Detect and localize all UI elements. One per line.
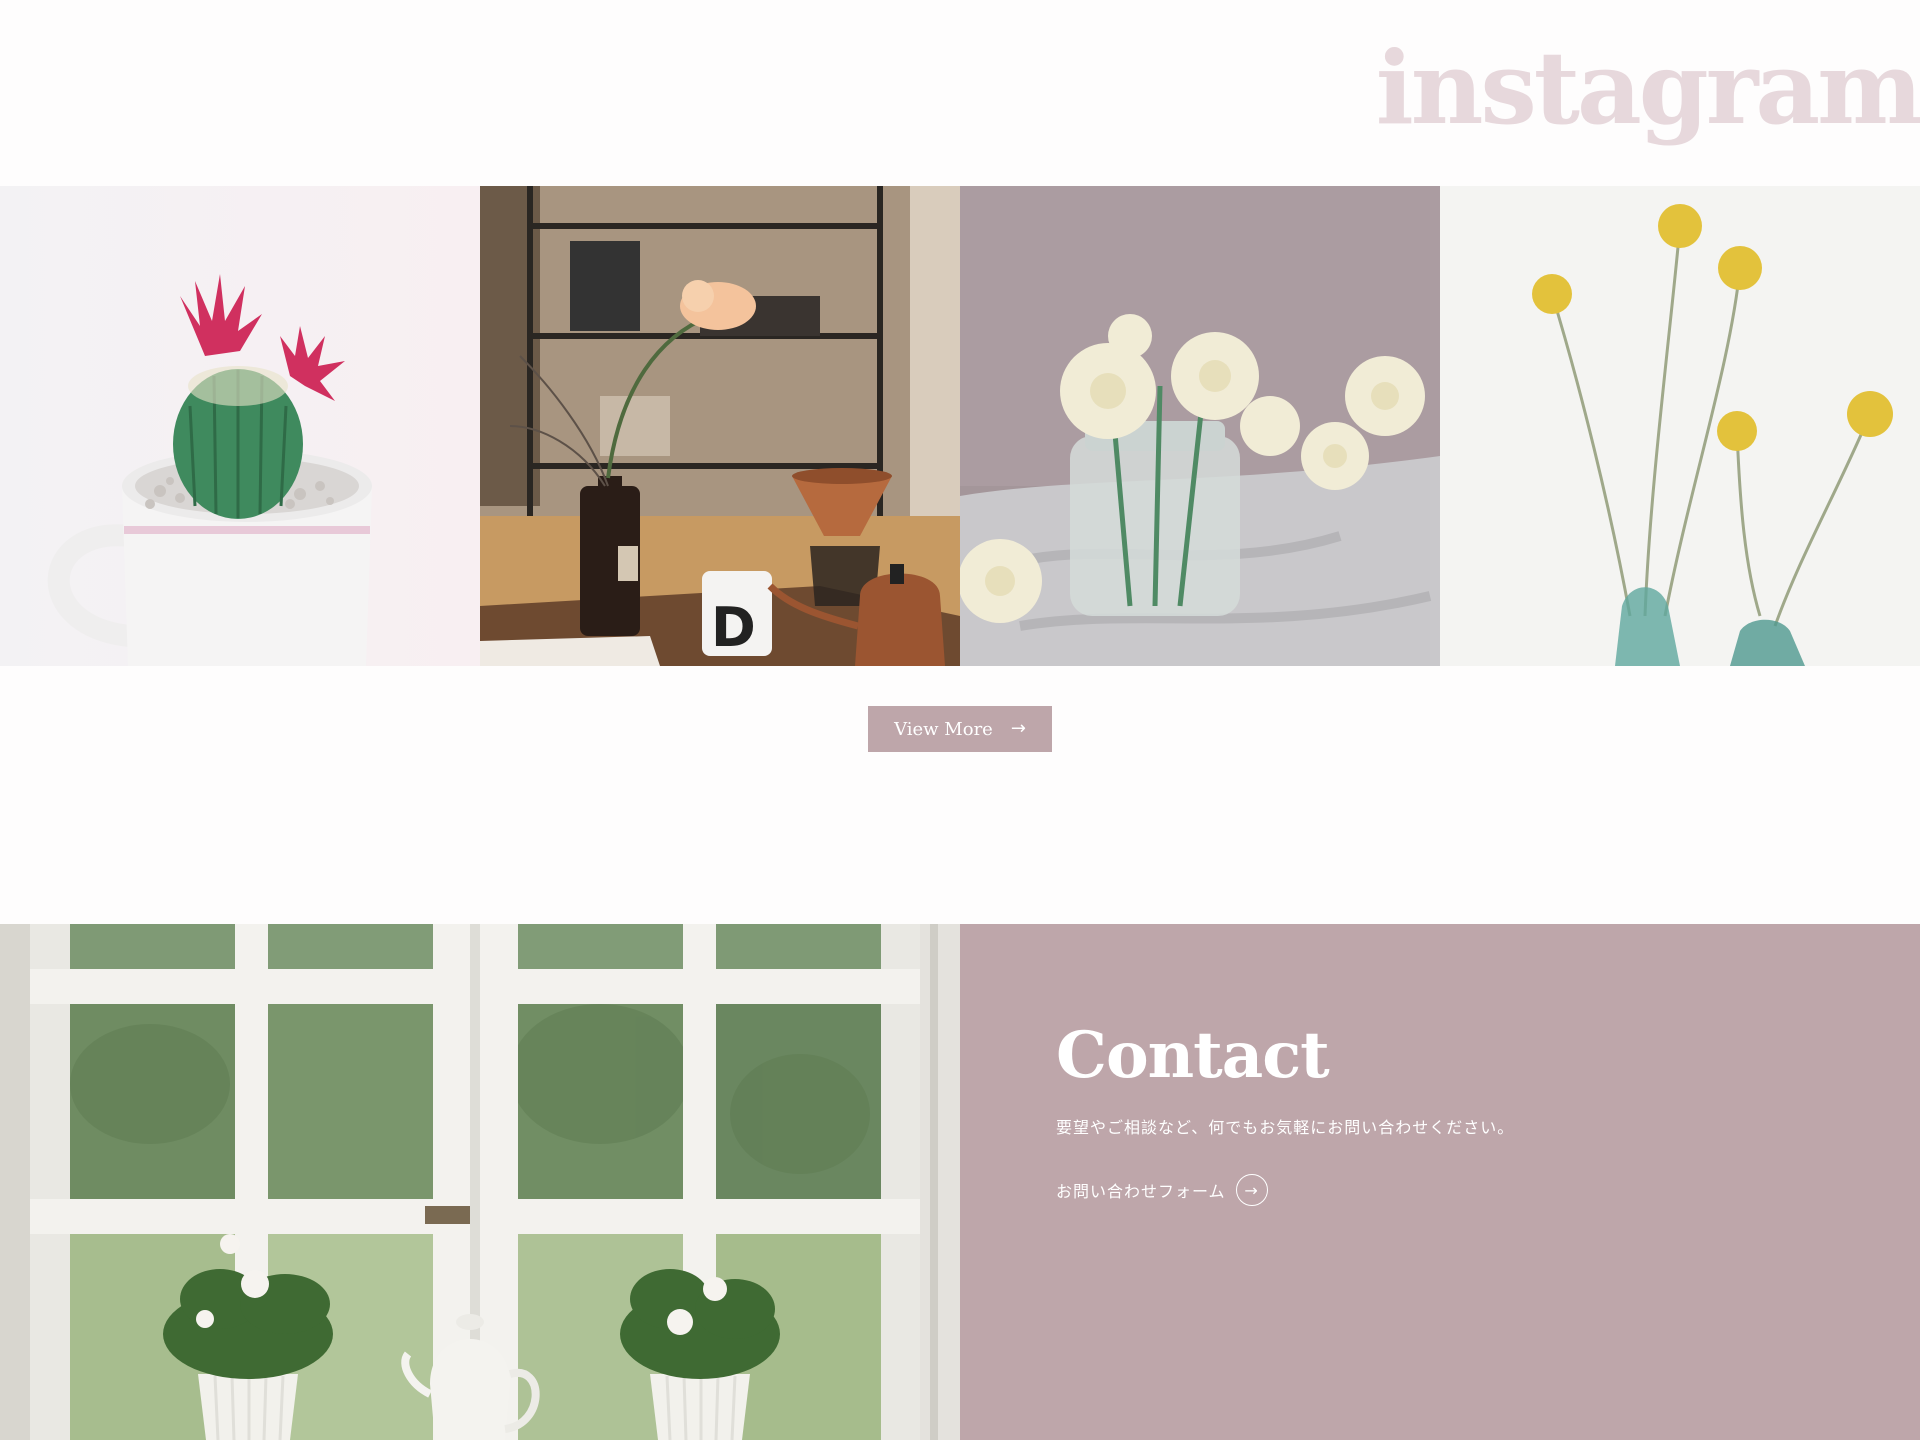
arrow-right-icon: → bbox=[1010, 718, 1026, 739]
arrow-right-icon: → bbox=[1244, 1180, 1259, 1200]
contact-description: 要望やご相談など、何でもお気軽にお問い合わせください。 bbox=[1056, 1118, 1515, 1137]
flower-vase-coffee-image: D bbox=[480, 186, 960, 666]
view-more-button[interactable]: View More → bbox=[868, 706, 1052, 752]
instagram-photo-white-roses[interactable] bbox=[960, 186, 1440, 666]
circle-arrow-right-icon: → bbox=[1235, 1174, 1268, 1206]
yellow-craspedia-image bbox=[1440, 186, 1920, 666]
contact-form-link[interactable]: お問い合わせフォーム → bbox=[1056, 1174, 1268, 1206]
instagram-section-title: instagram bbox=[1375, 29, 1920, 147]
instagram-gallery: D bbox=[0, 186, 1920, 666]
svg-text:D: D bbox=[711, 596, 756, 659]
instagram-photo-vase-coffee[interactable]: D bbox=[480, 186, 960, 666]
contact-heading: Contact bbox=[1056, 1018, 1330, 1093]
window-flowers-image bbox=[0, 924, 960, 1440]
page: instagram D View More → Contact 要望やご相談など… bbox=[0, 0, 1920, 1440]
instagram-photo-yellow-flowers[interactable] bbox=[1440, 186, 1920, 666]
cactus-in-mug-image bbox=[0, 186, 480, 666]
white-roses-jar-image bbox=[960, 186, 1440, 666]
instagram-photo-cactus[interactable] bbox=[0, 186, 480, 666]
view-more-label: View More bbox=[894, 718, 993, 740]
window-photo bbox=[0, 924, 960, 1440]
contact-form-link-label: お問い合わせフォーム bbox=[1056, 1182, 1226, 1201]
contact-panel: Contact 要望やご相談など、何でもお気軽にお問い合わせください。 お問い合… bbox=[960, 924, 1920, 1440]
contact-section: Contact 要望やご相談など、何でもお気軽にお問い合わせください。 お問い合… bbox=[0, 924, 1920, 1440]
